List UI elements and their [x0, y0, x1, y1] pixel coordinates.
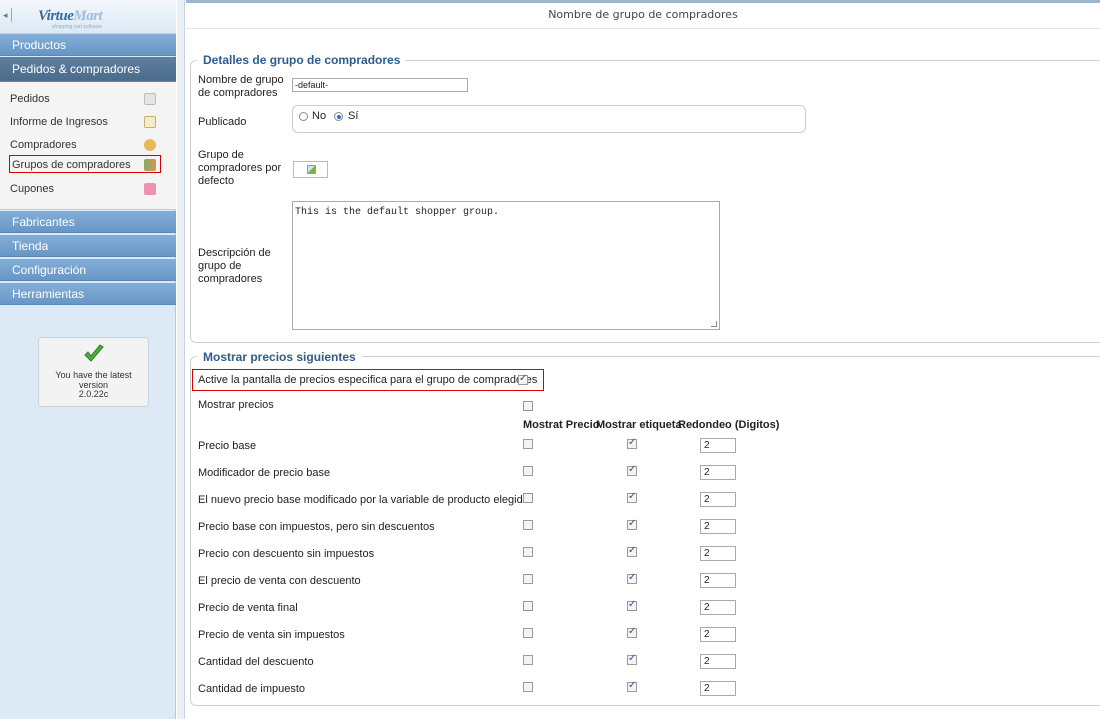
- published-yes-label: Sí: [348, 110, 359, 122]
- default-group-label: Grupo de compradores por defecto: [198, 149, 282, 187]
- submenu-item-compradores[interactable]: Compradores: [10, 136, 160, 154]
- published-no-radio[interactable]: [299, 112, 308, 121]
- price-row-label: Cantidad de impuesto: [198, 683, 306, 695]
- version-number: 2.0.22c: [78, 389, 109, 399]
- menu-productos[interactable]: Productos: [0, 34, 176, 56]
- price-row-show-checkbox[interactable]: [523, 520, 533, 530]
- logo-text-accent: Mart: [73, 8, 103, 24]
- price-row-label: Precio base con impuestos, pero sin desc…: [198, 521, 435, 533]
- menu-fabricantes[interactable]: Fabricantes: [0, 211, 176, 233]
- price-row-show-checkbox[interactable]: [523, 601, 533, 611]
- resize-grip-icon[interactable]: [711, 321, 717, 327]
- description-text: This is the default shopper group.: [295, 207, 500, 218]
- description-textarea[interactable]: This is the default shopper group.: [292, 201, 720, 330]
- shopper-groups-icon: [144, 159, 156, 171]
- description-label: Descripción de grupo de compradores: [198, 247, 271, 285]
- show-prices-label: Mostrar precios: [198, 399, 274, 411]
- prices-legend: Mostrar precios siguientes: [197, 350, 362, 364]
- col-header-label: Mostrar etiqueta: [596, 419, 682, 431]
- published-label: Publicado: [198, 116, 247, 128]
- col-header-round: Redondeo (Digitos): [678, 419, 780, 431]
- col-header-show: Mostrat Precio: [523, 419, 600, 431]
- price-row-label: Cantidad del descuento: [198, 656, 314, 668]
- price-row-show-checkbox[interactable]: [523, 628, 533, 638]
- price-row-label: Precio con descuento sin impuestos: [198, 548, 375, 560]
- price-row-show-checkbox[interactable]: [523, 439, 533, 449]
- collapse-sidebar-icon[interactable]: ◂: [3, 8, 12, 22]
- price-row-label-checkbox[interactable]: [627, 491, 637, 503]
- submenu-item-informe[interactable]: Informe de Ingresos: [10, 113, 160, 131]
- price-row-label-checkbox[interactable]: [627, 599, 637, 611]
- logo-bar: ◂ VirtueMart shopping cart software: [0, 0, 176, 34]
- price-row-show-checkbox[interactable]: [523, 547, 533, 557]
- details-legend: Detalles de grupo de compradores: [197, 53, 407, 67]
- price-row-label-checkbox[interactable]: [627, 437, 637, 449]
- submenu-item-cupones[interactable]: Cupones: [10, 180, 160, 198]
- price-row-show-checkbox[interactable]: [523, 682, 533, 692]
- price-row-rounding-input[interactable]: 2: [700, 465, 736, 480]
- version-status-box: You have the latest version 2.0.22c: [38, 337, 149, 407]
- price-row-rounding-input[interactable]: 2: [700, 573, 736, 588]
- price-row-rounding-input[interactable]: 2: [700, 546, 736, 561]
- page-title: Nombre de grupo de compradores: [186, 3, 1100, 29]
- orders-icon: [144, 93, 156, 105]
- price-row-show-checkbox[interactable]: [523, 466, 533, 476]
- published-radio-group: [292, 105, 806, 133]
- price-row-rounding-input[interactable]: 2: [700, 600, 736, 615]
- price-row-label: Modificador de precio base: [198, 467, 331, 479]
- submenu-item-label: Grupos de compradores: [12, 159, 131, 171]
- price-row-rounding-input[interactable]: 2: [700, 681, 736, 696]
- price-row-label: Precio de venta final: [198, 602, 298, 614]
- group-name-input[interactable]: -default-: [292, 78, 468, 92]
- show-prices-checkbox[interactable]: [523, 401, 533, 411]
- sidebar: ◂ VirtueMart shopping cart software Prod…: [0, 0, 176, 719]
- custom-display-checkbox[interactable]: [518, 373, 528, 385]
- group-name-label: Nombre de grupo de compradores: [198, 74, 284, 99]
- main-left-edge: [177, 0, 185, 719]
- price-row-show-checkbox[interactable]: [523, 574, 533, 584]
- version-text-line1: You have the latest: [55, 370, 132, 380]
- custom-display-label: Active la pantalla de precios especifica…: [198, 374, 538, 386]
- price-row-rounding-input[interactable]: 2: [700, 627, 736, 642]
- published-no-label: No: [312, 110, 327, 122]
- price-row-rounding-input[interactable]: 2: [700, 654, 736, 669]
- virtuemart-logo[interactable]: VirtueMart: [38, 8, 103, 25]
- published-yes-radio[interactable]: [334, 112, 343, 121]
- price-row-label-checkbox[interactable]: [627, 572, 637, 584]
- coupon-icon: [144, 183, 156, 195]
- price-row-rounding-input[interactable]: 2: [700, 438, 736, 453]
- report-icon: [144, 116, 156, 128]
- price-row-label-checkbox[interactable]: [627, 653, 637, 665]
- submenu-item-label: Compradores: [10, 139, 77, 151]
- price-row-label-checkbox[interactable]: [627, 545, 637, 557]
- submenu-item-label: Cupones: [10, 183, 55, 195]
- menu-tienda[interactable]: Tienda: [0, 235, 176, 257]
- menu-herramientas[interactable]: Herramientas: [0, 283, 176, 305]
- price-row-show-checkbox[interactable]: [523, 655, 533, 665]
- default-group-toggle[interactable]: [293, 161, 328, 178]
- price-row-label-checkbox[interactable]: [627, 626, 637, 638]
- price-row-label: Precio base: [198, 440, 257, 452]
- logo-text: Virtue: [38, 8, 74, 24]
- logo-tagline: shopping cart software: [52, 24, 103, 30]
- checkmark-icon: [84, 344, 104, 362]
- submenu-pedidos-compradores: Pedidos Informe de Ingresos Compradores …: [0, 82, 176, 210]
- submenu-item-pedidos[interactable]: Pedidos: [10, 90, 160, 108]
- price-row-show-checkbox[interactable]: [523, 493, 533, 503]
- submenu-item-label: Informe de Ingresos: [10, 116, 108, 128]
- price-row-rounding-input[interactable]: 2: [700, 519, 736, 534]
- price-row-label-checkbox[interactable]: [627, 518, 637, 530]
- submenu-item-grupos[interactable]: Grupos de compradores: [9, 155, 161, 173]
- price-row-label-checkbox[interactable]: [627, 680, 637, 692]
- price-row-label-checkbox[interactable]: [627, 464, 637, 476]
- users-icon: [144, 139, 156, 151]
- price-row-label: El nuevo precio base modificado por la v…: [198, 494, 529, 506]
- price-row-label: El precio de venta con descuento: [198, 575, 361, 587]
- price-row-rounding-input[interactable]: 2: [700, 492, 736, 507]
- menu-configuracion[interactable]: Configuración: [0, 259, 176, 281]
- menu-pedidos-compradores[interactable]: Pedidos & compradores: [0, 57, 176, 82]
- broken-image-icon: [307, 165, 316, 174]
- submenu-item-label: Pedidos: [10, 93, 50, 105]
- price-row-label: Precio de venta sin impuestos: [198, 629, 345, 641]
